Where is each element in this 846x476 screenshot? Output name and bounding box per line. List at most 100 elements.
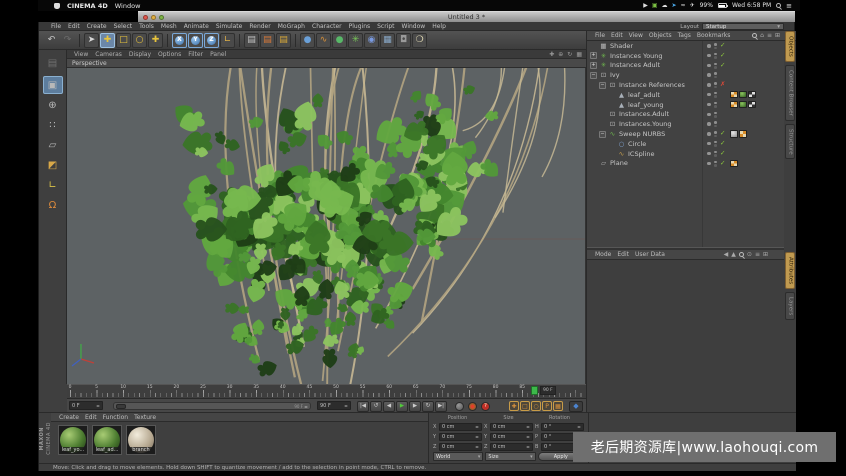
layer-dot-icon[interactable]: [707, 73, 711, 77]
phong-tag[interactable]: [739, 130, 747, 138]
layer-dot-icon[interactable]: [707, 44, 711, 48]
make-editable-icon[interactable]: ▣: [42, 76, 63, 94]
play-button[interactable]: ▶: [396, 400, 408, 412]
axis-mode-icon[interactable]: ∟: [43, 176, 63, 194]
coord-field-size-y[interactable]: 0 cm ◂▸: [490, 432, 533, 441]
visibility-dots-icon[interactable]: [714, 111, 717, 118]
timeline-playhead[interactable]: [531, 386, 538, 395]
layer-dot-icon[interactable]: [707, 112, 711, 117]
timeline-range-slider[interactable]: 90 F ◂▸: [113, 402, 311, 410]
menu-file[interactable]: File: [51, 23, 61, 30]
list-icon[interactable]: ≡: [767, 32, 772, 39]
add-spline-icon[interactable]: ∿: [316, 32, 331, 48]
twitter-icon[interactable]: ➤: [672, 2, 677, 9]
zoom-window-icon[interactable]: [159, 14, 164, 20]
menu-mograph[interactable]: MoGraph: [278, 23, 305, 30]
keyframe-mode-button[interactable]: ◆: [569, 400, 583, 412]
object-row-circle[interactable]: +○Circle✓: [587, 139, 784, 149]
object-row-leaf-young[interactable]: +▲leaf_young: [587, 100, 784, 110]
up-icon[interactable]: ▲: [731, 251, 736, 258]
notification-list-icon[interactable]: ≡: [786, 2, 792, 10]
coordinate-system-icon[interactable]: ∟: [220, 32, 235, 48]
record-rotation-toggle[interactable]: ○: [531, 401, 541, 411]
material-branch[interactable]: branch: [126, 425, 156, 455]
layer-dot-icon[interactable]: [707, 83, 711, 87]
object-row-instances-adult[interactable]: +⊡Instances.Adult: [587, 110, 784, 120]
record-parameter-toggle[interactable]: P: [542, 401, 552, 411]
live-selection-icon[interactable]: ➤: [84, 32, 99, 48]
om-menu-objects[interactable]: Objects: [649, 32, 672, 39]
history-icon[interactable]: ▤: [43, 52, 63, 74]
back-icon[interactable]: ◀: [724, 251, 729, 258]
enabled-check-icon[interactable]: ✓: [720, 129, 725, 139]
coord-field-rotation-h[interactable]: 0 ° ◂▸: [541, 422, 584, 431]
coord-field-position-y[interactable]: 0 cm ◂▸: [439, 432, 482, 441]
menu-plugins[interactable]: Plugins: [349, 23, 371, 30]
record-scale-toggle[interactable]: □: [520, 401, 530, 411]
viewport-move-icon[interactable]: ✚: [549, 51, 554, 58]
render-view-icon[interactable]: ▤: [244, 32, 259, 48]
om-menu-bookmarks[interactable]: Bookmarks: [697, 32, 731, 39]
viewport-layout-icon[interactable]: ▦: [576, 51, 582, 58]
object-row-sweep-nurbs[interactable]: − ∿ Sweep NURBS ✓: [587, 129, 784, 139]
airport-icon[interactable]: ✈: [690, 2, 695, 9]
layer-dot-icon[interactable]: [707, 63, 711, 68]
home-icon[interactable]: ⌂: [760, 32, 764, 39]
menu-create[interactable]: Create: [87, 23, 107, 30]
goto-start-button[interactable]: |◀: [357, 400, 369, 412]
visibility-dots-icon[interactable]: [714, 62, 717, 69]
am-menu-mode[interactable]: Mode: [595, 251, 611, 258]
layer-dot-icon[interactable]: [707, 132, 711, 136]
close-window-icon[interactable]: [143, 14, 148, 20]
add-deformer-icon[interactable]: ◉: [364, 32, 379, 48]
menu-render[interactable]: Render: [249, 23, 270, 30]
lock-y-axis-icon[interactable]: Y: [188, 32, 203, 48]
material-menu-function[interactable]: Function: [103, 414, 129, 421]
layer-dot-icon[interactable]: [707, 102, 711, 107]
material-menu-create[interactable]: Create: [59, 414, 79, 421]
range-end-field[interactable]: 90 F ◂▸: [317, 401, 351, 410]
add-scene-icon[interactable]: ▦: [380, 32, 395, 48]
snap-icon[interactable]: Ω: [43, 196, 63, 214]
layer-dot-icon[interactable]: [707, 122, 711, 126]
leaf-material-tag[interactable]: [739, 90, 747, 99]
layer-dot-icon[interactable]: [707, 151, 711, 156]
range-start-field[interactable]: 0 F ◂▸: [69, 401, 103, 410]
viewport-menu-cameras[interactable]: Cameras: [95, 51, 122, 58]
object-row-instance-references[interactable]: − ⊡ Instance References ✗: [587, 80, 784, 90]
visibility-dots-icon[interactable]: [714, 91, 717, 98]
om-menu-edit[interactable]: Edit: [611, 32, 623, 39]
record-keyframe-button[interactable]: [455, 401, 464, 411]
visibility-dots-icon[interactable]: [714, 131, 717, 138]
object-row-instances-young[interactable]: +⊡Instances.Young: [587, 119, 784, 129]
render-picture-viewer-icon[interactable]: ▤: [260, 32, 275, 48]
am-menu-user-data[interactable]: User Data: [635, 251, 665, 258]
object-row-instances-young[interactable]: + ✳ Instances Young ✓: [587, 51, 784, 61]
edge-mode-icon[interactable]: ▱: [43, 136, 63, 154]
add-modeling-icon[interactable]: ✳: [348, 32, 363, 48]
layer-dot-icon[interactable]: [707, 92, 711, 97]
object-row-ivy[interactable]: − ⊡ Ivy: [587, 70, 784, 80]
menu-script[interactable]: Script: [377, 23, 394, 30]
grid-icon[interactable]: ⊞: [763, 251, 768, 258]
phong-tag[interactable]: [730, 100, 738, 109]
viewport-scene[interactable]: [67, 68, 586, 384]
viewport-menu-display[interactable]: Display: [129, 51, 151, 58]
viewport-zoom-icon[interactable]: ⊕: [558, 51, 563, 58]
minimize-window-icon[interactable]: [151, 14, 156, 20]
macos-menu-window[interactable]: Window: [115, 2, 141, 10]
om-menu-view[interactable]: View: [629, 32, 643, 39]
redo-icon[interactable]: ↷: [60, 33, 75, 48]
expander-icon[interactable]: +: [590, 61, 597, 69]
previous-frame-button[interactable]: ◀: [383, 400, 395, 412]
menu-window[interactable]: Window: [402, 23, 426, 30]
enabled-check-icon[interactable]: ✓: [720, 149, 725, 159]
am-menu-edit[interactable]: Edit: [617, 251, 629, 258]
phong-tag[interactable]: [730, 90, 738, 99]
material-leaf-ad[interactable]: leaf_ad...: [92, 425, 122, 455]
add-nurbs-icon[interactable]: ●: [332, 32, 347, 48]
add-camera-icon[interactable]: ◘: [396, 32, 411, 48]
tab-attributes[interactable]: Attributes: [784, 252, 795, 290]
material-menu-texture[interactable]: Texture: [134, 414, 156, 421]
enabled-check-icon[interactable]: ✓: [720, 61, 725, 71]
